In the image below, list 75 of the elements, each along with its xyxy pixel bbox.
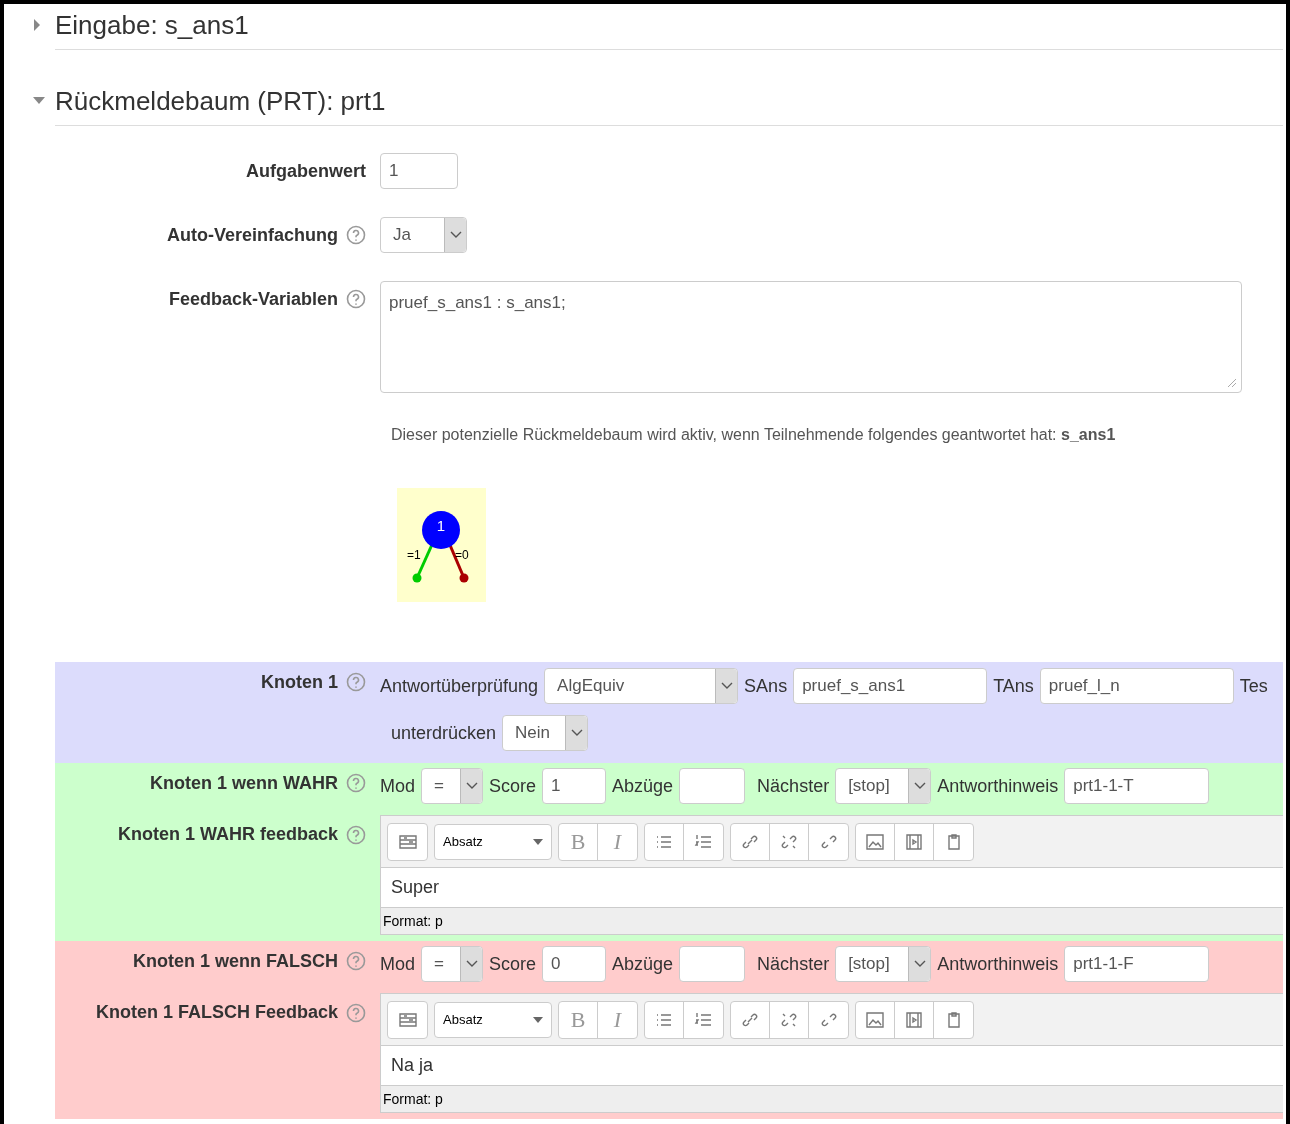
- field-label: Knoten 1: [261, 670, 338, 694]
- field-label: Tes: [1239, 674, 1268, 698]
- answer-note-input[interactable]: prt1-1-T: [1064, 768, 1210, 804]
- help-icon[interactable]: [346, 289, 366, 309]
- field-label: Nächster: [757, 952, 830, 976]
- textarea-field[interactable]: pruef_s_ans1 : s_ans1;: [380, 281, 1242, 393]
- image-icon: [865, 832, 885, 851]
- field-label: unterdrücken: [391, 721, 497, 745]
- film-icon: [904, 1010, 924, 1029]
- score-input[interactable]: 0: [542, 946, 607, 982]
- help-icon[interactable]: [346, 824, 366, 845]
- section-heading: Rückmeldebaum (PRT): prt1: [55, 88, 386, 114]
- field-label: Abzüge: [612, 774, 674, 798]
- caret-icon: [913, 782, 926, 790]
- numbered-list-icon: [693, 832, 714, 851]
- help-icon[interactable]: [346, 1002, 366, 1023]
- field-label: Knoten 1 wenn FALSCH: [133, 949, 338, 973]
- editor-status: Format: p: [381, 1086, 1283, 1112]
- field-label: SAns: [744, 674, 788, 698]
- help-icon[interactable]: [346, 672, 366, 692]
- sans-input[interactable]: pruef_s_ans1: [793, 668, 988, 704]
- caret-icon: [449, 231, 462, 239]
- field-label: Knoten 1 FALSCH Feedback: [95, 1001, 338, 1024]
- answer-note-input[interactable]: prt1-1-F: [1064, 946, 1210, 982]
- quiet-select[interactable]: Nein: [502, 715, 589, 751]
- field-label: TAns: [993, 674, 1034, 698]
- caret-icon: [913, 960, 926, 968]
- style-dropdown[interactable]: Absatz: [434, 1001, 552, 1038]
- field-label: Auto-Vereinfachung: [167, 223, 338, 247]
- field-label: Nächster: [757, 774, 830, 798]
- next-select[interactable]: [stop]: [835, 768, 932, 804]
- next-select[interactable]: [stop]: [835, 946, 932, 982]
- score-input[interactable]: 1: [542, 768, 607, 804]
- field-label: Score: [489, 952, 537, 976]
- select-field[interactable]: Ja: [380, 217, 467, 253]
- tree-graph-drawing: 1 =1 =0: [397, 488, 486, 602]
- tans-input[interactable]: pruef_l_n: [1039, 668, 1234, 704]
- editor-status: Format: p: [381, 908, 1283, 934]
- text-input[interactable]: 1: [380, 153, 458, 189]
- penalty-input[interactable]: [679, 946, 746, 982]
- caret-icon: [465, 960, 478, 968]
- penalty-input[interactable]: [679, 768, 746, 804]
- toolbar-icon: [397, 1010, 418, 1029]
- help-icon[interactable]: [346, 225, 366, 245]
- field-label: Antworthinweis: [937, 774, 1059, 798]
- caret-icon: [720, 682, 733, 690]
- image-icon: [865, 1010, 885, 1029]
- caret-icon: [570, 729, 583, 737]
- test-select[interactable]: AlgEquiv: [544, 668, 739, 704]
- field-label: Score: [489, 774, 537, 798]
- mod-select[interactable]: =: [421, 946, 483, 982]
- help-icon[interactable]: [346, 773, 366, 793]
- field-label: Knoten 1 wenn WAHR: [150, 771, 338, 795]
- caret-icon: [465, 782, 478, 790]
- resize-grip-icon: [1227, 378, 1237, 388]
- field-label: Mod: [380, 774, 415, 798]
- field-label: Antworthinweis: [937, 952, 1059, 976]
- section-heading: Eingabe: s_ans1: [55, 12, 249, 38]
- style-dropdown[interactable]: Absatz: [434, 823, 552, 860]
- mod-select[interactable]: =: [421, 768, 483, 804]
- field-label: Feedback-Variablen: [168, 287, 338, 311]
- toolbar-icon: [397, 832, 418, 851]
- film-icon: [904, 832, 924, 851]
- notice-text: Dieser potenzielle Rückmeldebaum wird aktiv, wenn Teilnehmende folgendes geantwortet hat: s_ans1: [391, 425, 1117, 445]
- expand-arrow-icon: [33, 19, 41, 31]
- help-icon[interactable]: [346, 951, 366, 971]
- numbered-list-icon: [693, 1010, 714, 1029]
- dropdown-arrow-icon: [533, 838, 543, 845]
- field-label: Antwortüberprüfung: [380, 674, 539, 698]
- field-label: Aufgabenwert: [246, 159, 366, 183]
- field-label: Abzüge: [612, 952, 674, 976]
- collapse-arrow-icon: [33, 97, 45, 105]
- field-label: Knoten 1 WAHR feedback: [117, 823, 338, 846]
- dropdown-arrow-icon: [533, 1016, 543, 1023]
- field-label: Mod: [380, 952, 415, 976]
